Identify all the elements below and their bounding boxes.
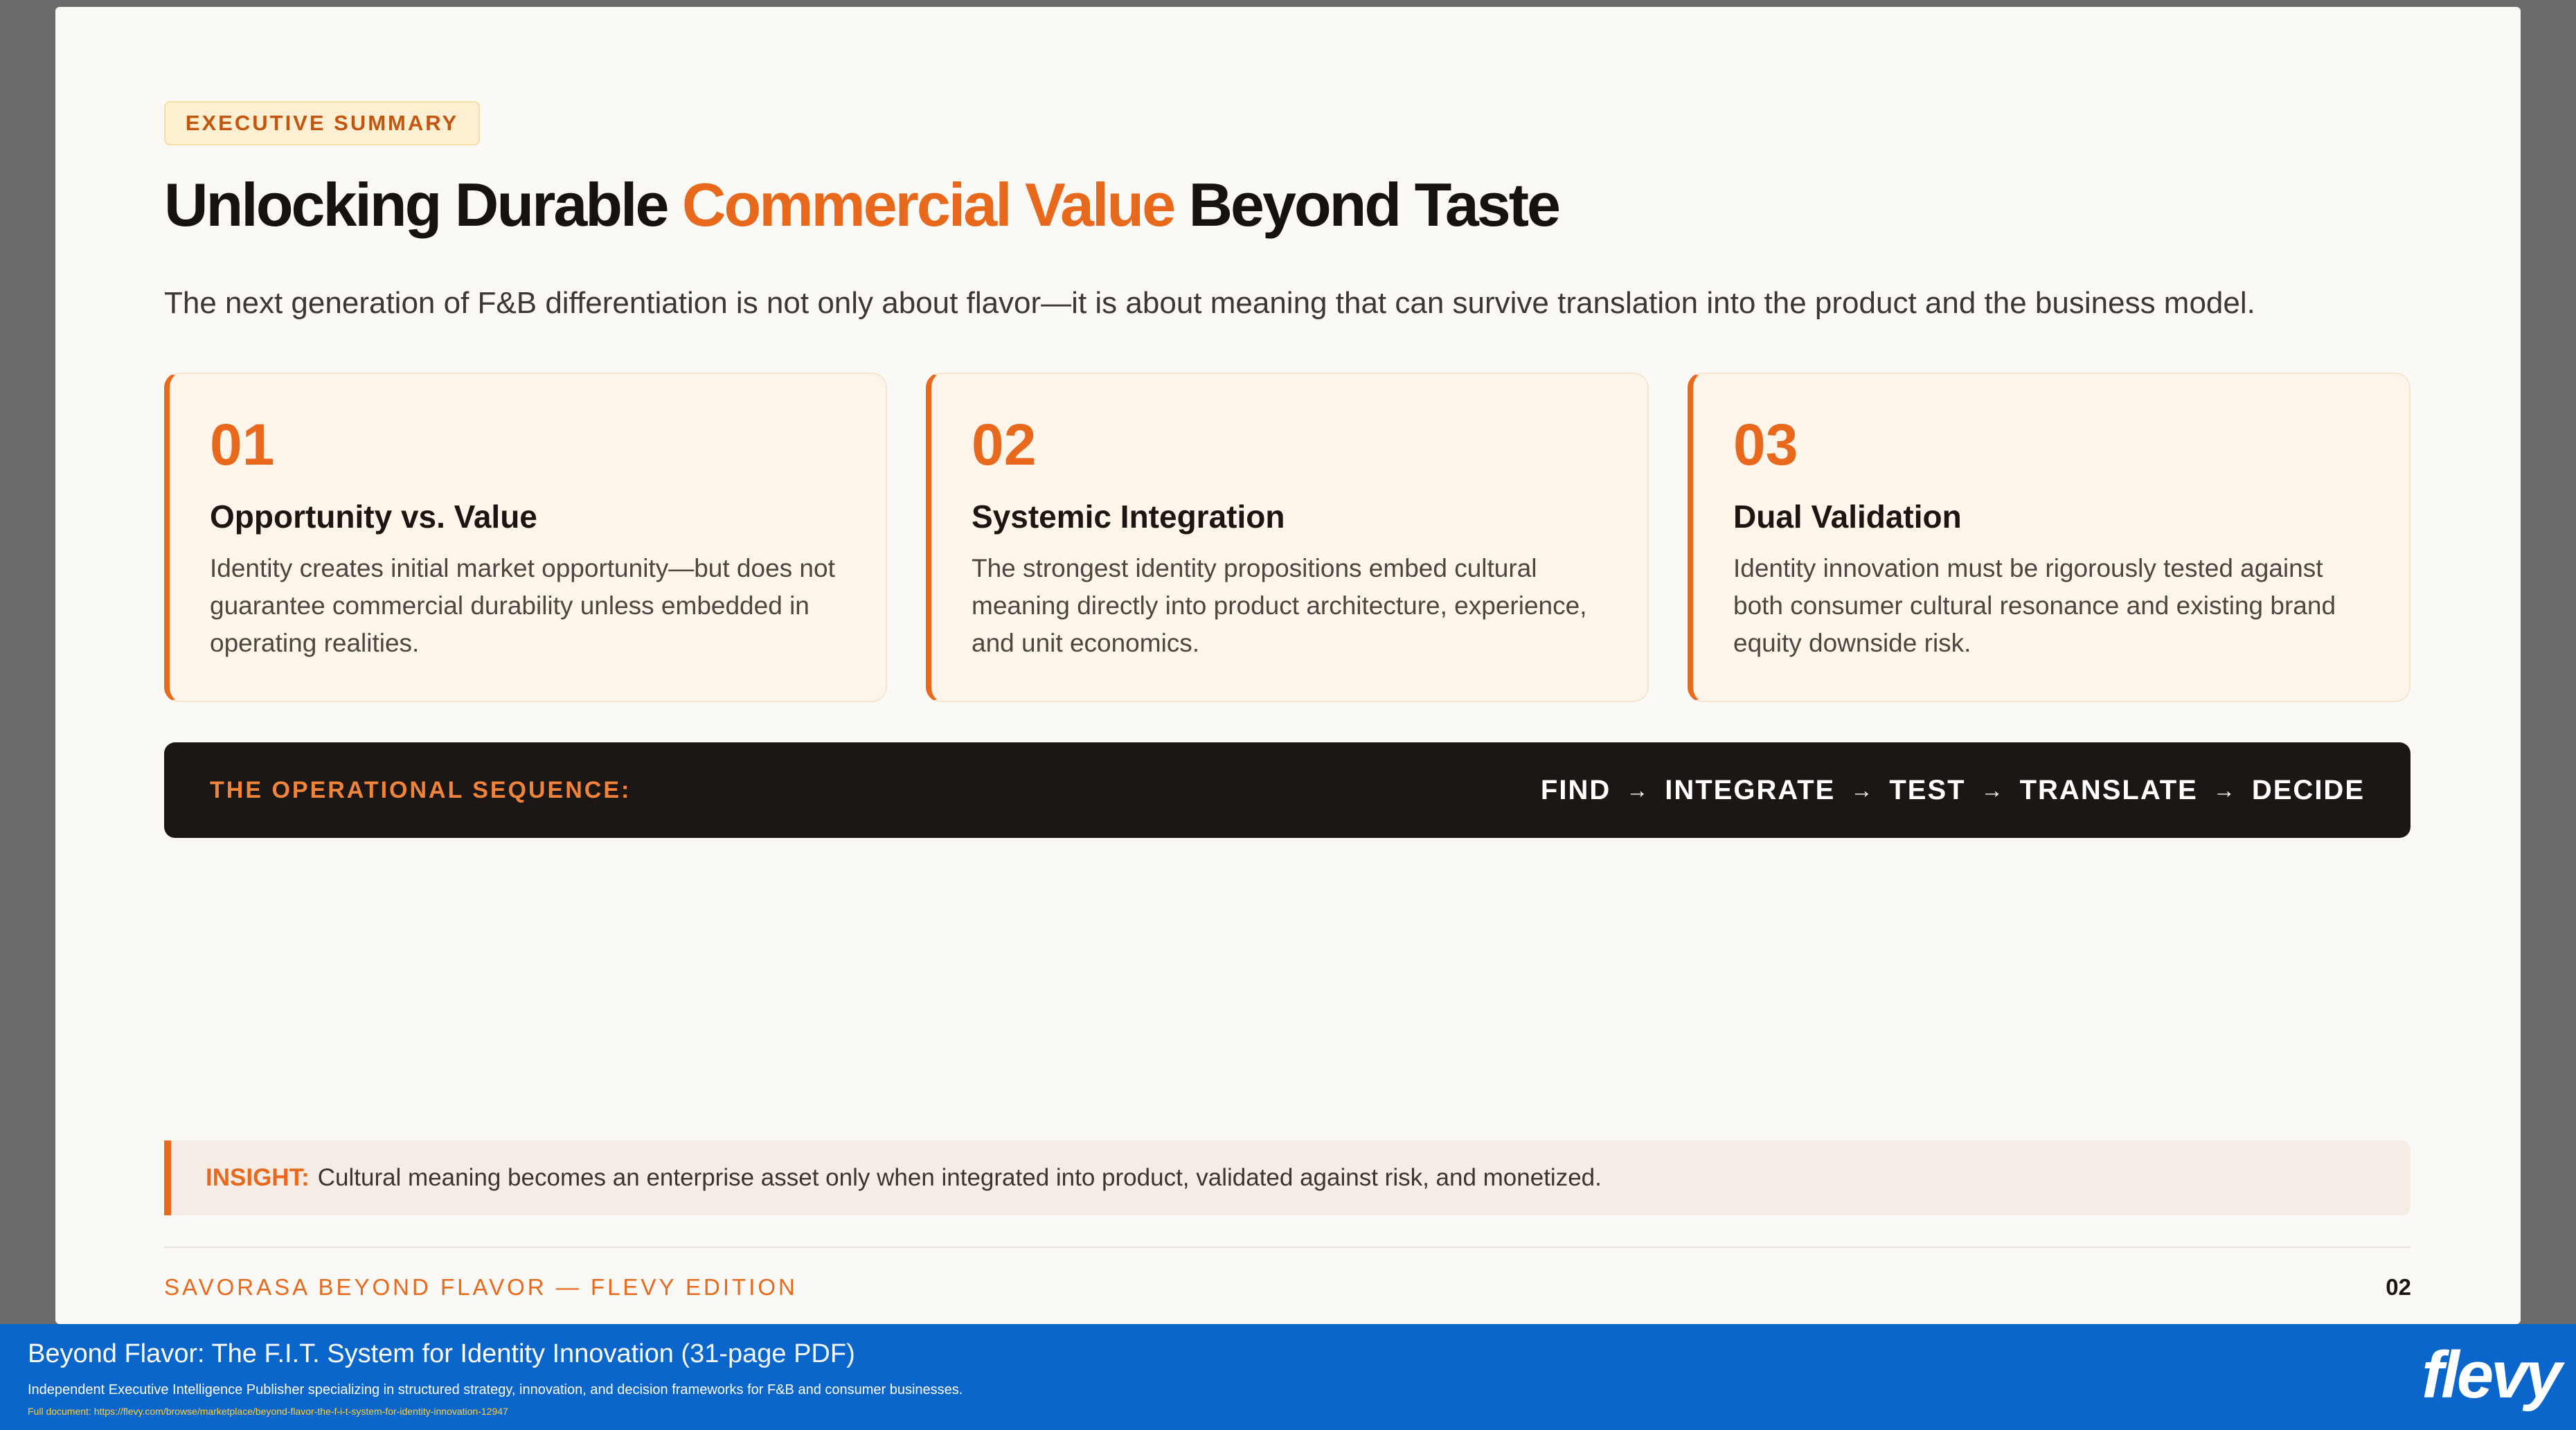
operational-sequence-bar: THE OPERATIONAL SEQUENCE: FIND → INTEGRA… [164,742,2410,838]
card-body: The strongest identity propositions embe… [972,554,1587,657]
arrow-right-icon: → [1626,777,1650,803]
card-opportunity: 01 Opportunity vs. Value Identity create… [164,373,887,702]
flevy-logo[interactable]: flevy [2422,1334,2562,1417]
step-test: TEST [1889,774,1966,805]
slide: EXECUTIVE SUMMARY Unlocking Durable Comm… [55,7,2521,1324]
card-number: 03 [1733,412,1798,477]
title-part-1: Unlocking Durable [164,170,682,239]
arrow-right-icon: → [1980,777,2005,803]
step-integrate: INTEGRATE [1665,774,1836,805]
arrow-right-icon: → [2212,777,2237,803]
document-link[interactable]: Full document: https://flevy.com/browse/… [28,1406,508,1417]
card-body: Identity creates initial market opportun… [210,554,835,657]
arrow-right-icon: → [1850,777,1875,803]
sequence-label: THE OPERATIONAL SEQUENCE: [210,776,632,803]
page-number: 02 [2386,1274,2411,1300]
footer-divider [164,1246,2410,1248]
title-accent: Commercial Value [681,170,1176,239]
sequence-steps: FIND → INTEGRATE → TEST → TRANSLATE → DE… [1541,742,2365,838]
subtitle: The next generation of F&B differentiati… [164,286,2255,320]
card-title: Opportunity vs. Value [210,499,537,535]
page-title: Unlocking Durable Commercial Value Beyon… [164,165,1561,245]
card-number: 02 [972,412,1037,477]
page-count: (31-page PDF) [681,1339,855,1368]
insight-text: Cultural meaning becomes an enterprise a… [317,1164,1602,1191]
footer-brand: SAVORASA BEYOND FLAVOR — FLEVY EDITION [164,1274,798,1300]
step-translate: TRANSLATE [2019,774,2198,805]
card-body: Identity innovation must be rigorously t… [1733,554,2336,657]
banner-title[interactable]: Beyond Flavor: The F.I.T. System for Ide… [28,1339,855,1369]
card-validation: 03 Dual Validation Identity innovation m… [1688,373,2410,702]
card-number: 01 [210,412,275,477]
card-title: Systemic Integration [972,499,1285,535]
card-integration: 02 Systemic Integration The strongest id… [926,373,1649,702]
insight-callout: INSIGHT: Cultural meaning becomes an ent… [164,1141,2410,1215]
document-title[interactable]: Beyond Flavor: The F.I.T. System for Ide… [28,1339,674,1368]
step-find: FIND [1540,774,1611,805]
step-decide: DECIDE [2251,774,2365,805]
title-part-2: Beyond Taste [1174,170,1561,239]
insight-label: INSIGHT: [206,1164,310,1191]
banner-description: Independent Executive Intelligence Publi… [28,1382,963,1397]
card-title: Dual Validation [1733,499,1962,535]
document-banner: Beyond Flavor: The F.I.T. System for Ide… [0,1324,2576,1430]
section-badge: EXECUTIVE SUMMARY [164,101,480,145]
